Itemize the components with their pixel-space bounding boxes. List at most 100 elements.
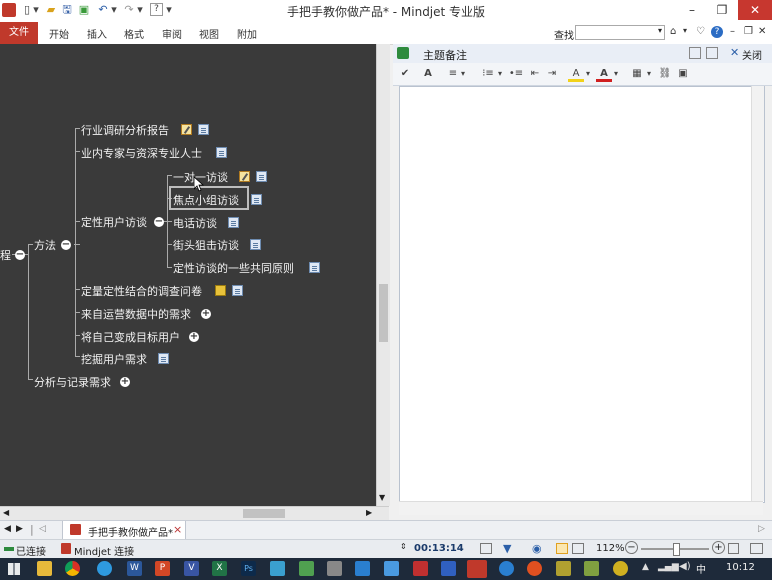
home-dropdown-icon[interactable]: ▾ xyxy=(683,26,687,35)
close-button[interactable]: ✕ xyxy=(738,0,772,20)
notes-close-button[interactable]: 关闭 xyxy=(742,47,762,62)
zoom-in-button[interactable]: + xyxy=(712,541,725,554)
app-icon[interactable] xyxy=(355,561,370,576)
tab-insert[interactable]: 插入 xyxy=(87,26,107,41)
scroll-down-arrow-icon[interactable]: ▼ xyxy=(379,493,385,502)
topic-qualitative-interview[interactable]: 定性用户访谈 xyxy=(81,214,147,230)
zoom-out-button[interactable]: − xyxy=(625,541,638,554)
topic-experts[interactable]: 业内专家与资深专业人士 xyxy=(81,145,202,161)
note-icon[interactable] xyxy=(251,194,262,205)
favorite-icon[interactable]: ♡ xyxy=(696,26,705,37)
app-icon[interactable] xyxy=(556,561,571,576)
topic-phone-interview[interactable]: 电话访谈 xyxy=(173,215,217,231)
notes-editor[interactable] xyxy=(399,86,765,503)
zoom-slider-handle[interactable] xyxy=(673,543,680,556)
note-icon[interactable] xyxy=(309,262,320,273)
explorer-icon[interactable] xyxy=(37,561,52,576)
font-icon[interactable]: A xyxy=(420,66,436,82)
scroll-thumb[interactable] xyxy=(243,509,285,518)
topic-become-user[interactable]: 将自己变成目标用户 xyxy=(81,329,180,345)
chrome-icon[interactable] xyxy=(65,561,80,576)
app-icon[interactable] xyxy=(327,561,342,576)
tab-view[interactable]: 视图 xyxy=(199,26,219,41)
scroll-thumb[interactable] xyxy=(379,284,388,342)
notes-close-icon[interactable]: ✕ xyxy=(730,46,739,59)
topic-industry-report[interactable]: 行业调研分析报告 xyxy=(81,122,169,138)
highlight-color-icon[interactable]: A xyxy=(568,66,584,82)
app-icon[interactable] xyxy=(613,561,628,576)
tab-next-icon[interactable]: ▶ xyxy=(16,524,23,534)
map-view-icon[interactable] xyxy=(556,543,568,554)
panel-toggle-icon[interactable] xyxy=(750,543,763,554)
notes-print-icon[interactable] xyxy=(689,47,701,59)
app-icon[interactable] xyxy=(441,561,456,576)
topic-survey[interactable]: 定量定性结合的调查问卷 xyxy=(81,283,202,299)
app-icon[interactable] xyxy=(584,561,599,576)
ribbon-minimize-icon[interactable]: – xyxy=(730,26,735,37)
app-icon[interactable] xyxy=(270,561,285,576)
root-collapse-icon[interactable]: − xyxy=(15,250,25,260)
fit-map-icon[interactable] xyxy=(728,543,739,554)
canvas-horizontal-scrollbar[interactable]: ◀ ▶ xyxy=(0,506,389,521)
note-icon[interactable] xyxy=(216,147,227,158)
image-icon[interactable]: ▣ xyxy=(675,66,691,82)
tab-file[interactable]: 文件 xyxy=(0,22,38,44)
app-icon[interactable] xyxy=(499,561,514,576)
timer-spin-icon[interactable]: ⇕ xyxy=(400,542,407,551)
volume-icon[interactable]: ◀) xyxy=(679,561,691,572)
app-icon[interactable] xyxy=(413,561,428,576)
minimize-button[interactable]: – xyxy=(678,0,706,20)
app-icon[interactable] xyxy=(384,561,399,576)
tab-review[interactable]: 审阅 xyxy=(162,26,182,41)
hyperlink-icon[interactable]: ⛓ xyxy=(657,66,673,82)
font-color-icon[interactable]: A xyxy=(596,66,612,82)
view-icon[interactable] xyxy=(480,543,492,554)
note-icon[interactable] xyxy=(256,171,267,182)
scroll-left-arrow-icon[interactable]: ◀ xyxy=(3,508,9,517)
tab-addins[interactable]: 附加 xyxy=(237,26,257,41)
outline-view-icon[interactable] xyxy=(572,543,584,554)
mindjet-connect-link[interactable]: Mindjet 连接 xyxy=(74,543,134,558)
tab-scroll-right-icon[interactable]: ▷ xyxy=(758,524,765,534)
numbered-list-dropdown-icon[interactable]: ▾ xyxy=(496,66,504,82)
layout-icon[interactable]: ◉ xyxy=(532,542,542,555)
home-icon[interactable]: ⌂ xyxy=(670,26,676,37)
note-icon[interactable] xyxy=(228,217,239,228)
mindjet-taskbar-icon[interactable] xyxy=(467,560,487,578)
powerpoint-icon[interactable]: P xyxy=(155,561,170,576)
outdent-icon[interactable]: ⇤ xyxy=(527,66,543,82)
app-icon[interactable] xyxy=(97,561,112,576)
restore-button[interactable]: ❐ xyxy=(708,0,736,20)
methods-collapse-icon[interactable]: − xyxy=(61,240,71,250)
visio-icon[interactable]: V xyxy=(184,561,199,576)
table-dropdown-icon[interactable]: ▾ xyxy=(645,66,653,82)
note-icon[interactable] xyxy=(232,285,243,296)
connection-status[interactable]: 已连接 xyxy=(16,543,46,558)
note-icon[interactable] xyxy=(198,124,209,135)
app-icon[interactable] xyxy=(527,561,542,576)
topic-common-principles[interactable]: 定性访谈的一些共同原则 xyxy=(173,260,294,276)
excel-icon[interactable]: X xyxy=(212,561,227,576)
canvas-vertical-scrollbar[interactable]: ▼ xyxy=(376,44,390,506)
note-icon[interactable] xyxy=(158,353,169,364)
app-icon[interactable] xyxy=(299,561,314,576)
document-tab[interactable]: 手把手教你做产品* × xyxy=(62,521,186,540)
start-icon[interactable] xyxy=(8,563,20,575)
ribbon-restore-icon[interactable]: ❐ xyxy=(744,26,753,37)
tray-up-arrow-icon[interactable]: ▲ xyxy=(642,562,649,572)
help-circle-icon[interactable]: ? xyxy=(711,26,723,38)
font-color-dropdown-icon[interactable]: ▾ xyxy=(612,66,620,82)
word-icon[interactable]: W xyxy=(127,561,142,576)
topic-focus-group[interactable]: 焦点小组访谈 xyxy=(173,192,239,208)
attachment-icon[interactable] xyxy=(215,285,226,296)
topic-dig-needs[interactable]: 挖掘用户需求 xyxy=(81,351,147,367)
root-topic-partial[interactable]: 程 xyxy=(0,247,11,263)
topic-street-interview[interactable]: 街头狙击访谈 xyxy=(173,237,239,253)
ops-data-expand-icon[interactable]: + xyxy=(201,309,211,319)
indent-icon[interactable]: ⇥ xyxy=(544,66,560,82)
tab-home[interactable]: 开始 xyxy=(49,26,69,41)
map-canvas[interactable]: 程 − 方法 − 行业调研分析报告 业内专家与资深专业人士 定性用户访谈 − 一… xyxy=(0,44,376,506)
bullet-list-icon[interactable]: •≡ xyxy=(508,66,524,82)
topic-analysis[interactable]: 分析与记录需求 xyxy=(34,374,111,390)
table-icon[interactable]: ▦ xyxy=(629,66,645,82)
